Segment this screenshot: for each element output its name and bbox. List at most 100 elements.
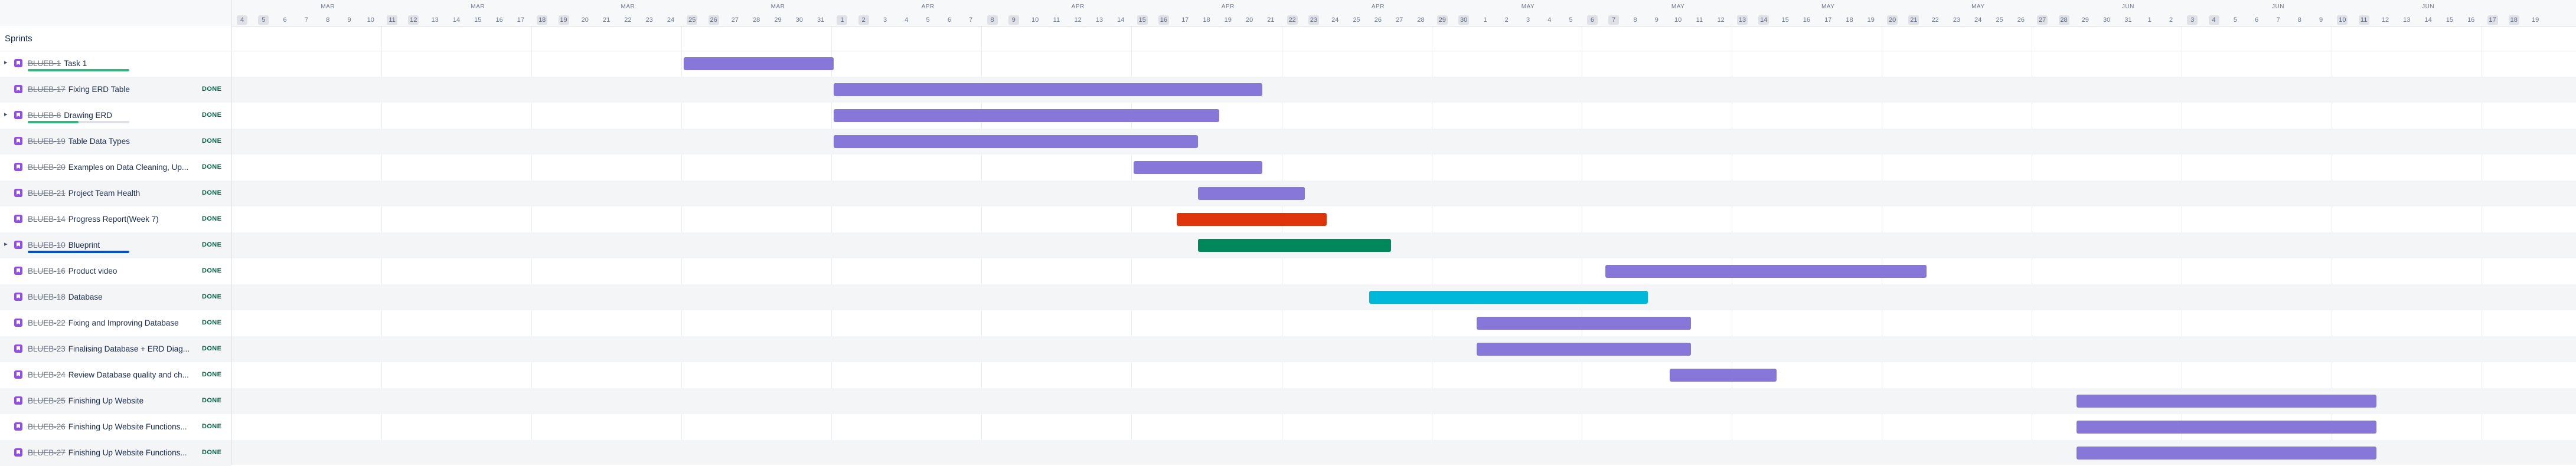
issue-summary[interactable]: Review Database quality and ch... bbox=[68, 370, 189, 379]
day-label: 27 bbox=[1396, 17, 1403, 24]
issue-key[interactable]: BLUEB-27 bbox=[28, 448, 66, 457]
day-label: 6 bbox=[2255, 17, 2259, 24]
schedule-bar[interactable] bbox=[1476, 317, 1691, 330]
issue-key[interactable]: BLUEB-23 bbox=[28, 344, 66, 353]
day-label: 30 bbox=[1458, 15, 1470, 25]
schedule-bar[interactable] bbox=[1134, 161, 1262, 174]
issue-summary[interactable]: Finishing Up Website Functions... bbox=[68, 422, 187, 431]
status-lozenge[interactable]: DONE bbox=[202, 423, 221, 430]
day-label: 6 bbox=[1586, 15, 1598, 25]
issue-key[interactable]: BLUEB-14 bbox=[28, 215, 66, 224]
status-lozenge[interactable]: DONE bbox=[202, 189, 221, 196]
schedule-bar[interactable] bbox=[1669, 369, 1777, 382]
status-lozenge[interactable]: DONE bbox=[202, 397, 221, 404]
schedule-bar[interactable] bbox=[1197, 239, 1391, 252]
status-lozenge[interactable]: DONE bbox=[202, 137, 221, 145]
schedule-bar[interactable] bbox=[833, 109, 1220, 122]
issue-key[interactable]: BLUEB-17 bbox=[28, 85, 66, 94]
schedule-bar[interactable] bbox=[2077, 395, 2377, 408]
issue-key[interactable]: BLUEB-19 bbox=[28, 137, 66, 146]
schedule-bar[interactable] bbox=[2077, 421, 2377, 434]
issue-row[interactable]: ▸ BLUEB-8 Drawing ERD DONE bbox=[0, 103, 231, 129]
status-lozenge[interactable]: DONE bbox=[202, 449, 221, 456]
issue-row[interactable]: BLUEB-27 Finishing Up Website Functions..… bbox=[0, 440, 231, 466]
chevron-right-icon[interactable]: ▸ bbox=[4, 58, 10, 67]
issue-summary[interactable]: Product video bbox=[68, 267, 117, 275]
issue-key[interactable]: BLUEB-25 bbox=[28, 396, 66, 405]
issue-key[interactable]: BLUEB-24 bbox=[28, 370, 66, 379]
issue-summary[interactable]: Examples on Data Cleaning, Up... bbox=[68, 163, 188, 172]
status-lozenge[interactable]: DONE bbox=[202, 163, 221, 170]
issue-row[interactable]: BLUEB-24 Review Database quality and ch..… bbox=[0, 362, 231, 388]
issue-row[interactable]: BLUEB-23 Finalising Database + ERD Diag..… bbox=[0, 336, 231, 362]
issue-summary[interactable]: Project Team Health bbox=[68, 189, 140, 198]
day-label: 20 bbox=[1245, 17, 1253, 24]
issue-key[interactable]: BLUEB-1 bbox=[28, 59, 61, 68]
issue-summary[interactable]: Drawing ERD bbox=[64, 111, 112, 120]
issue-key[interactable]: BLUEB-8 bbox=[28, 111, 61, 120]
issue-row[interactable]: ▸ BLUEB-10 Blueprint DONE bbox=[0, 232, 231, 258]
schedule-bar[interactable] bbox=[833, 135, 1198, 148]
issue-summary[interactable]: Fixing and Improving Database bbox=[68, 319, 179, 327]
story-icon bbox=[14, 422, 22, 431]
schedule-bar[interactable] bbox=[1197, 187, 1305, 200]
issue-row[interactable]: ▸ BLUEB-1 Task 1 bbox=[0, 51, 231, 77]
status-lozenge[interactable]: DONE bbox=[202, 371, 221, 378]
schedule-bar[interactable] bbox=[683, 57, 834, 70]
sprints-row[interactable]: Sprints bbox=[0, 26, 231, 51]
day-label: 25 bbox=[687, 15, 698, 25]
issue-key[interactable]: BLUEB-10 bbox=[28, 241, 66, 250]
schedule-bar[interactable] bbox=[1605, 265, 1927, 278]
issue-key[interactable]: BLUEB-26 bbox=[28, 422, 66, 431]
issue-summary[interactable]: Task 1 bbox=[64, 59, 87, 68]
issue-row[interactable]: BLUEB-20 Examples on Data Cleaning, Up...… bbox=[0, 155, 231, 181]
issue-key[interactable]: BLUEB-21 bbox=[28, 189, 66, 198]
issue-key[interactable]: BLUEB-20 bbox=[28, 163, 66, 172]
status-lozenge[interactable]: DONE bbox=[202, 267, 221, 274]
month-label: MAY bbox=[1971, 4, 1985, 10]
issue-summary[interactable]: Fixing ERD Table bbox=[68, 85, 130, 94]
issue-key[interactable]: BLUEB-18 bbox=[28, 293, 66, 301]
issue-row[interactable]: BLUEB-26 Finishing Up Website Functions..… bbox=[0, 414, 231, 440]
chevron-right-icon[interactable]: ▸ bbox=[4, 110, 10, 119]
schedule-bar[interactable] bbox=[1176, 213, 1327, 226]
issue-row[interactable]: BLUEB-22 Fixing and Improving Database DON… bbox=[0, 310, 231, 336]
issue-summary[interactable]: Table Data Types bbox=[68, 137, 130, 146]
issue-summary[interactable]: Finishing Up Website bbox=[68, 396, 143, 405]
day-label: 7 bbox=[1608, 15, 1620, 25]
schedule-bar[interactable] bbox=[1476, 343, 1691, 356]
status-lozenge[interactable]: DONE bbox=[202, 319, 221, 326]
schedule-bar[interactable] bbox=[2077, 447, 2377, 460]
status-lozenge[interactable]: DONE bbox=[202, 86, 221, 93]
issue-row[interactable]: BLUEB-17 Fixing ERD Table DONE bbox=[0, 77, 231, 103]
issue-row[interactable]: BLUEB-16 Product video DONE bbox=[0, 258, 231, 284]
issue-row[interactable]: BLUEB-14 Progress Report(Week 7) DONE bbox=[0, 206, 231, 232]
schedule-bar[interactable] bbox=[833, 83, 1262, 96]
day-label: 14 bbox=[1117, 17, 1125, 24]
issue-key[interactable]: BLUEB-16 bbox=[28, 267, 66, 275]
issue-row[interactable]: BLUEB-19 Table Data Types DONE bbox=[0, 129, 231, 155]
status-lozenge[interactable]: DONE bbox=[202, 345, 221, 352]
issue-row[interactable]: BLUEB-21 Project Team Health DONE bbox=[0, 181, 231, 206]
issue-row[interactable]: BLUEB-18 Database DONE bbox=[0, 284, 231, 310]
story-icon bbox=[14, 85, 22, 93]
issue-key[interactable]: BLUEB-22 bbox=[28, 319, 66, 327]
chevron-right-icon[interactable]: ▸ bbox=[4, 240, 10, 248]
status-lozenge[interactable]: DONE bbox=[202, 241, 221, 248]
day-label: 19 bbox=[558, 15, 569, 25]
status-lozenge[interactable]: DONE bbox=[202, 111, 221, 119]
issue-summary[interactable]: Database bbox=[68, 293, 103, 301]
day-label: 15 bbox=[1137, 15, 1148, 25]
issue-summary[interactable]: Finalising Database + ERD Diag... bbox=[68, 344, 190, 353]
schedule-bar[interactable] bbox=[1369, 291, 1648, 304]
issue-summary[interactable]: Blueprint bbox=[68, 241, 100, 250]
status-lozenge[interactable]: DONE bbox=[202, 215, 221, 222]
status-lozenge[interactable]: DONE bbox=[202, 293, 221, 300]
day-label: 22 bbox=[624, 17, 632, 24]
issue-summary[interactable]: Progress Report(Week 7) bbox=[68, 215, 159, 224]
day-label: 6 bbox=[947, 17, 951, 24]
issue-summary[interactable]: Finishing Up Website Functions... bbox=[68, 448, 187, 457]
issue-row[interactable]: BLUEB-25 Finishing Up Website DONE bbox=[0, 388, 231, 414]
issue-list-panel: Sprints ▸ BLUEB-1 Task 1 BLUEB-17 Fixing ERD… bbox=[0, 0, 232, 466]
day-label: 29 bbox=[2081, 17, 2089, 24]
